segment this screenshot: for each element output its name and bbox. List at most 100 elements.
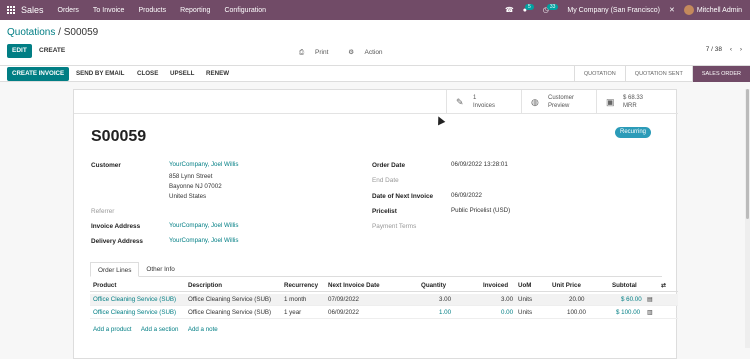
notebook-tabs: Order Lines Other Info [90, 262, 662, 277]
menu-reporting[interactable]: Reporting [180, 7, 210, 14]
close-button[interactable]: CLOSE [132, 67, 163, 81]
order-date-label: Order Date [372, 162, 406, 169]
print-dropdown[interactable]: ⎙ Print [299, 49, 337, 56]
pencil-square-icon: ✎ [456, 97, 464, 107]
stage-quotation-sent[interactable]: QUOTATION SENT [624, 66, 692, 82]
line-uom: Units [518, 296, 533, 303]
next-invoice-date-label: Date of Next Invoice [372, 193, 434, 200]
breadcrumb-quotations[interactable]: Quotations [7, 27, 55, 38]
stage-pipeline: QUOTATION QUOTATION SENT SALES ORDER [573, 66, 750, 82]
mrr-smart-button[interactable]: ▣ $ 68.33 MRR [596, 90, 678, 114]
table-row[interactable]: Office Cleaning Service (SUB) Office Cle… [90, 294, 678, 306]
create-button[interactable]: CREATE [34, 44, 70, 58]
tab-other-info[interactable]: Other Info [139, 262, 181, 277]
tab-order-lines[interactable]: Order Lines [90, 262, 140, 277]
delivery-address-field[interactable]: YourCompany, Joel Willis [169, 236, 238, 246]
line-product[interactable]: Office Cleaning Service (SUB) [93, 307, 176, 319]
menu-products[interactable]: Products [138, 7, 166, 14]
line-quantity: 1.00 [439, 309, 452, 316]
pricelist-label: Pricelist [372, 208, 397, 215]
invoices-label: Invoices [473, 103, 496, 109]
column-header[interactable]: Description [188, 280, 222, 292]
mrr-label: MRR [623, 103, 637, 109]
recurring-badge: Recurring [615, 127, 652, 138]
stage-quotation[interactable]: QUOTATION [573, 66, 625, 82]
order-title: S00059 [91, 128, 147, 145]
smart-button-box: ✎ 1 Invoices ◍ Customer Preview ▣ $ 68.33 M… [74, 90, 678, 114]
add-product-link[interactable]: Add a product [93, 326, 132, 333]
invoices-smart-button[interactable]: ✎ 1 Invoices [446, 90, 521, 114]
page-scrollbar[interactable] [745, 89, 750, 348]
customer-label: Customer [91, 162, 121, 169]
column-header[interactable]: Recurrency [284, 280, 318, 292]
line-recurrency: 1 month [284, 296, 307, 303]
trash-icon[interactable]: ▥ [647, 307, 653, 319]
tools-icon[interactable]: ✕ [669, 6, 675, 14]
line-unit-price: 100.00 [567, 309, 586, 316]
column-header[interactable]: Subtotal [612, 280, 637, 292]
customer-field[interactable]: YourCompany, Joel Willis [169, 160, 238, 170]
add-note-link[interactable]: Add a note [188, 326, 218, 333]
address-line: 858 Lynn Street [169, 173, 213, 180]
stage-sales-order[interactable]: SALES ORDER [691, 66, 750, 82]
end-date-label: End Date [372, 177, 399, 184]
customer-preview-smart-button[interactable]: ◍ Customer Preview [521, 90, 596, 114]
create-invoice-button[interactable]: CREATE INVOICE [7, 67, 70, 81]
referrer-label: Referrer [91, 208, 115, 215]
line-product[interactable]: Office Cleaning Service (SUB) [93, 294, 176, 306]
company-switcher[interactable]: My Company (San Francisco) [567, 7, 660, 14]
add-line-controls: Add a product Add a section Add a note [93, 326, 226, 333]
order-date-field[interactable]: 06/09/2022 13:28:01 [451, 160, 508, 170]
pager-previous-icon[interactable]: ‹ [730, 46, 732, 53]
payment-terms-label: Payment Terms [372, 223, 417, 230]
column-header[interactable]: Quantity [421, 280, 446, 292]
activity-menu[interactable]: ◷33 [543, 4, 559, 14]
menu-configuration[interactable]: Configuration [224, 7, 266, 14]
column-header[interactable]: Unit Price [552, 280, 581, 292]
delivery-address-label: Delivery Address [91, 238, 143, 245]
invoice-address-field[interactable]: YourCompany, Joel Willis [169, 221, 238, 231]
line-subtotal: $ 100.00 [616, 309, 641, 316]
line-quantity: 3.00 [439, 296, 452, 303]
edit-button[interactable]: EDIT [7, 44, 32, 58]
app-brand[interactable]: Sales [21, 5, 44, 15]
optional-columns-icon[interactable]: ⇄ [661, 280, 666, 292]
menu-to-invoice[interactable]: To Invoice [93, 7, 125, 14]
user-menu[interactable]: Mitchell Admin [683, 5, 742, 15]
column-header[interactable]: Invoiced [483, 280, 508, 292]
line-description: Office Cleaning Service (SUB) [188, 296, 272, 303]
action-bar: ⎙ Print ⚙ Action [299, 48, 401, 57]
avatar [683, 5, 694, 15]
globe-icon: ◍ [531, 97, 539, 107]
upsell-button[interactable]: UPSELL [165, 67, 199, 81]
archive-icon[interactable]: ▤ [647, 294, 653, 306]
column-header[interactable]: Product [93, 280, 116, 292]
line-unit-price: 20.00 [569, 296, 585, 303]
money-icon: ▣ [606, 97, 615, 107]
pager-value[interactable]: 7 / 38 [706, 46, 722, 53]
pricelist-field[interactable]: Public Pricelist (USD) [451, 206, 510, 216]
pager-next-icon[interactable]: › [740, 46, 742, 53]
action-dropdown[interactable]: ⚙ Action [348, 49, 391, 56]
next-invoice-date-field[interactable]: 06/09/2022 [451, 191, 482, 201]
control-panel: Quotations / S00059 EDIT CREATE ⎙ Print … [0, 20, 750, 66]
address-line: United States [169, 193, 207, 200]
table-row[interactable]: Office Cleaning Service (SUB) Office Cle… [90, 307, 678, 319]
app-menu-icon[interactable] [7, 6, 15, 14]
renew-button[interactable]: RENEW [201, 67, 234, 81]
phone-icon[interactable]: ☎ [505, 6, 514, 14]
send-by-email-button[interactable]: SEND BY EMAIL [71, 67, 129, 81]
address-line: Bayonne NJ 07002 [169, 183, 222, 190]
chat-count-badge: 5 [524, 3, 534, 10]
chat-menu[interactable]: ●5 [523, 3, 534, 14]
menu-orders[interactable]: Orders [58, 7, 79, 14]
breadcrumb: Quotations / S00059 [7, 27, 98, 38]
status-bar: CREATE INVOICE SEND BY EMAIL CLOSE UPSEL… [0, 66, 750, 82]
column-header[interactable]: UoM [518, 280, 531, 292]
line-invoiced: 0.00 [501, 309, 514, 316]
print-icon: ⎙ [299, 49, 305, 56]
pager: 7 / 38 ‹ › [706, 46, 742, 53]
form-sheet: ✎ 1 Invoices ◍ Customer Preview ▣ $ 68.33 M… [73, 89, 678, 359]
add-section-link[interactable]: Add a section [141, 326, 179, 333]
column-header[interactable]: Next Invoice Date [328, 280, 380, 292]
